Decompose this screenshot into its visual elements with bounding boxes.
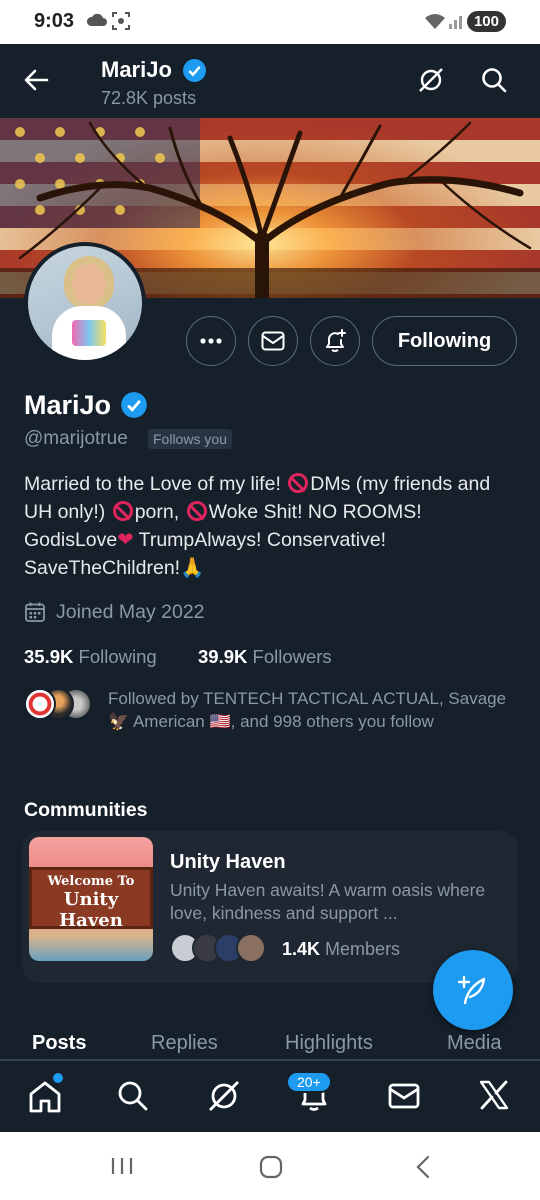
tab-highlights[interactable]: Highlights: [285, 1032, 373, 1055]
communities-heading: Communities: [24, 799, 148, 821]
notify-bell-icon: [326, 329, 346, 352]
search-icon[interactable]: [480, 66, 508, 94]
signal-icon: [449, 16, 462, 29]
followers-stat[interactable]: 39.9K Followers: [198, 646, 332, 668]
grok-icon[interactable]: [417, 66, 445, 94]
following-stat[interactable]: 35.9K Following: [24, 646, 157, 668]
status-time: 9:03: [34, 10, 75, 32]
cloud-icon: [86, 13, 107, 26]
following-button[interactable]: Following: [372, 316, 517, 366]
mail-icon: [261, 331, 285, 351]
back-button-icon[interactable]: [412, 1154, 434, 1180]
community-description: Unity Haven awaits! A warm oasis where l…: [170, 880, 486, 923]
followed-by-avatars[interactable]: [24, 688, 94, 722]
mail-icon[interactable]: [387, 1079, 421, 1113]
heart-icon: ❤: [117, 529, 134, 551]
system-navigation-bar: [0, 1132, 540, 1200]
community-name: Unity Haven: [170, 851, 286, 873]
battery-indicator: 100: [466, 11, 506, 32]
recents-icon[interactable]: [110, 1156, 134, 1176]
prohibited-icon: [288, 473, 309, 493]
prohibited-icon: [112, 501, 133, 521]
prohibited-icon: [186, 501, 207, 521]
community-members: 1.4K Members: [282, 939, 401, 959]
home-unread-dot: [53, 1073, 63, 1083]
community-image: Welcome To Unity Haven: [29, 837, 153, 961]
tab-posts[interactable]: Posts: [32, 1032, 86, 1055]
follows-you-badge: Follows you: [148, 429, 232, 449]
grok-icon[interactable]: [207, 1079, 241, 1113]
profile-bio: Married to the Love of my life! DMs (my …: [24, 473, 491, 579]
notifications-toggle-button[interactable]: [310, 316, 360, 366]
profile-handle: @marijotrue: [24, 428, 128, 449]
back-arrow-icon[interactable]: [22, 66, 50, 94]
message-button[interactable]: [248, 316, 298, 366]
community-card[interactable]: Welcome To Unity Haven Unity Haven Unity…: [22, 831, 518, 983]
profile-avatar[interactable]: [24, 242, 146, 364]
avatar: [24, 688, 56, 720]
wifi-icon: [425, 14, 445, 29]
screenshot-icon: [112, 12, 130, 30]
header-name: MariJo: [101, 57, 172, 82]
more-icon: [200, 338, 222, 344]
calendar-icon: [25, 602, 45, 622]
more-options-button[interactable]: [186, 316, 236, 366]
compose-post-button[interactable]: [433, 950, 513, 1030]
compose-icon: [457, 975, 486, 1005]
search-icon[interactable]: [116, 1079, 150, 1113]
joined-date: Joined May 2022: [56, 601, 205, 623]
community-member-avatars: [170, 933, 270, 965]
profile-tabs: Posts Replies Highlights Media: [0, 1022, 540, 1060]
verified-badge-icon[interactable]: [120, 391, 148, 419]
bottom-navigation: 20+: [0, 1060, 540, 1132]
verified-badge-icon: [183, 59, 206, 82]
header-post-count: 72.8K posts: [101, 88, 197, 108]
notifications-badge: 20+: [286, 1071, 332, 1093]
followed-by-text[interactable]: Followed by TENTECH TACTICAL ACTUAL, Sav…: [108, 688, 508, 733]
home-button-icon[interactable]: [258, 1154, 284, 1180]
praying-hands-icon: 🙏: [180, 557, 205, 579]
profile-header-bar: MariJo 72.8K posts: [0, 44, 540, 118]
home-icon[interactable]: [27, 1079, 63, 1115]
status-bar: 9:03 100: [0, 0, 540, 44]
avatar: [236, 933, 266, 963]
tab-replies[interactable]: Replies: [151, 1032, 218, 1055]
profile-name: MariJo: [24, 390, 112, 420]
tab-media[interactable]: Media: [447, 1032, 501, 1055]
x-logo-icon[interactable]: [478, 1079, 510, 1111]
